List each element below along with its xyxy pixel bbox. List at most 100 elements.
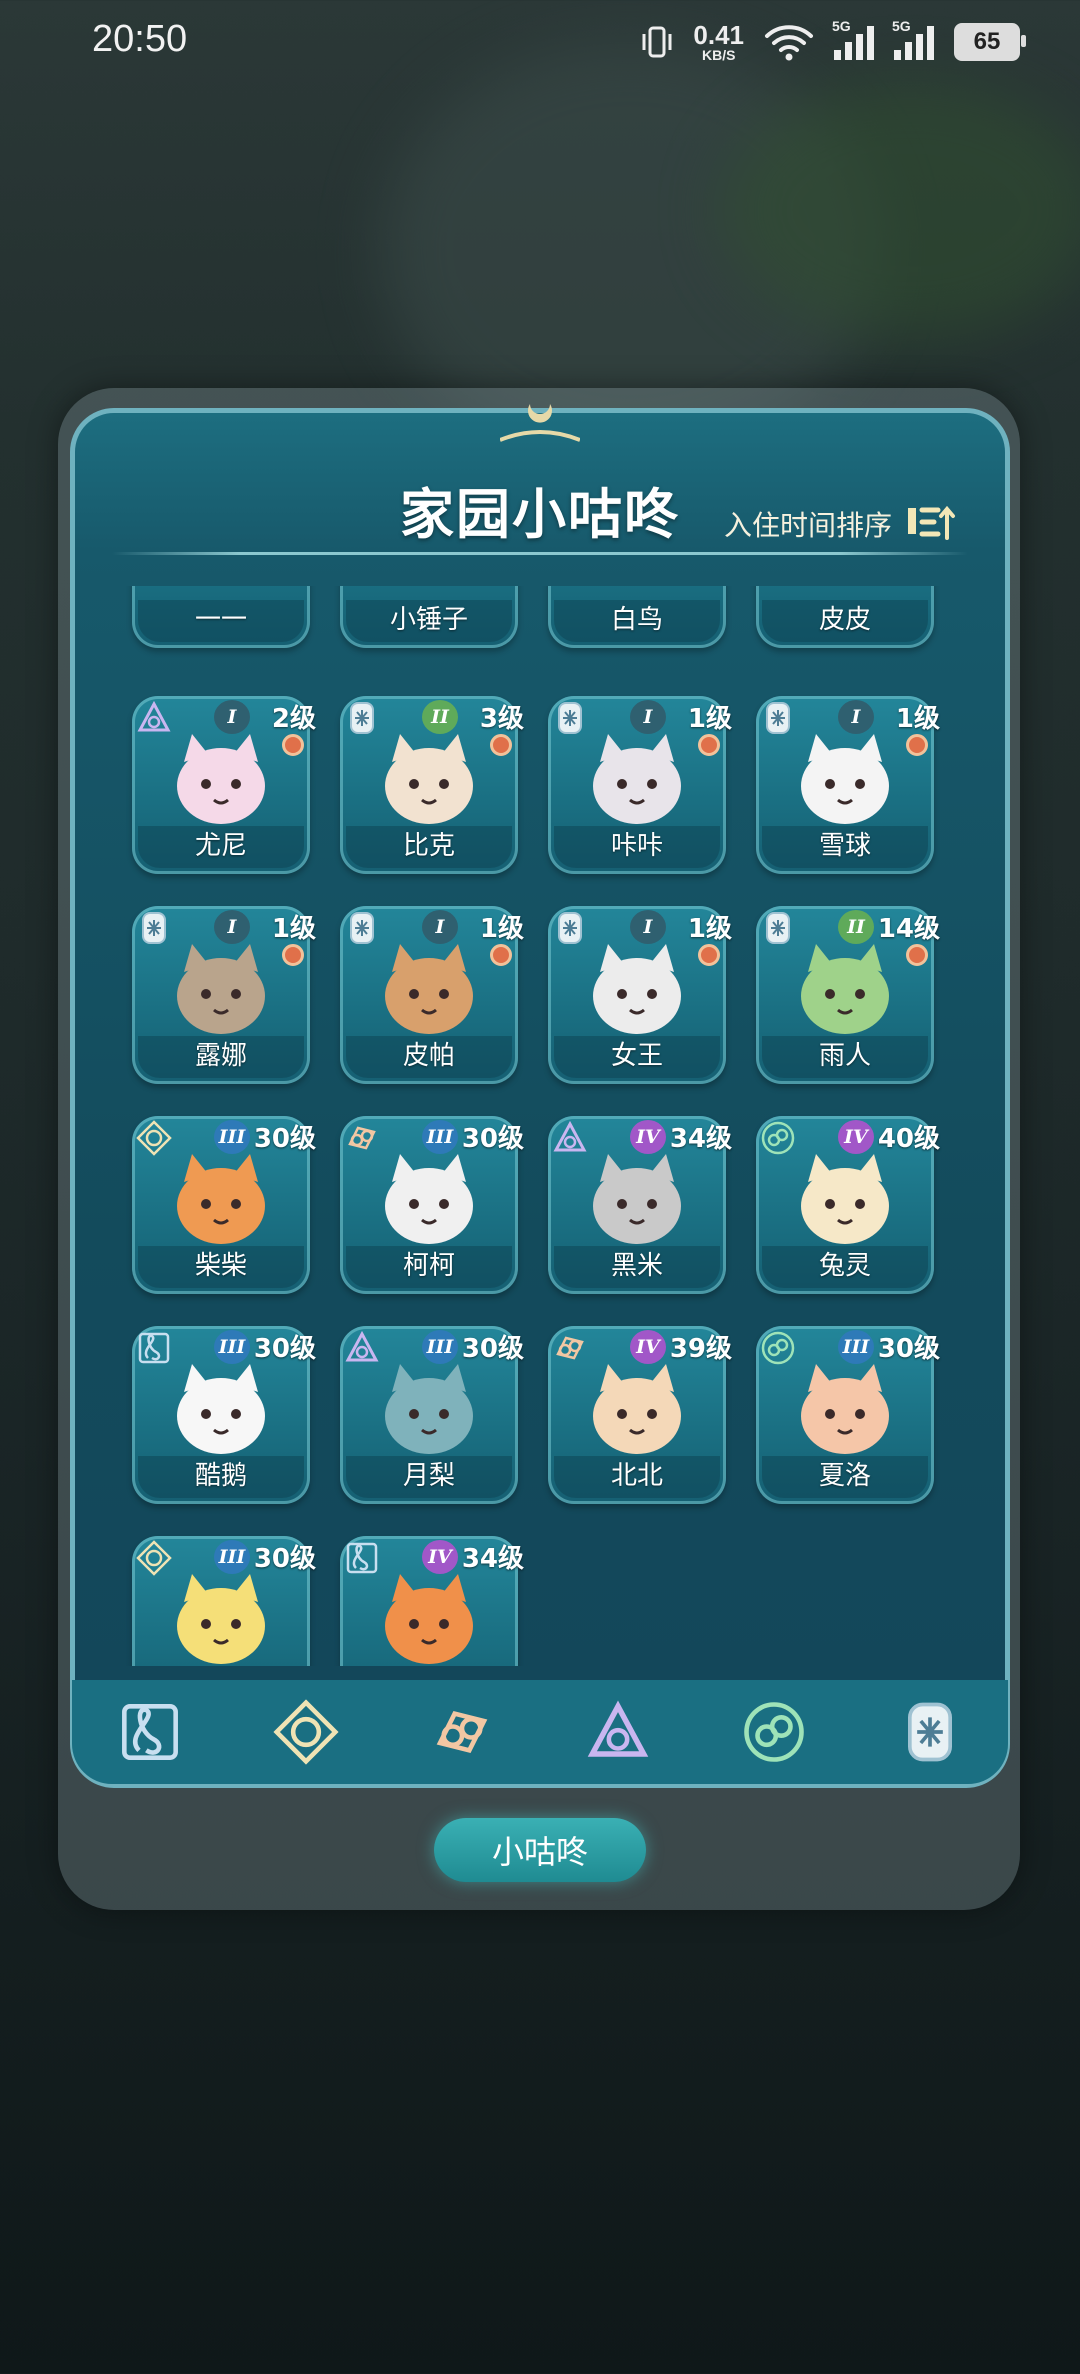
companion-card[interactable]: I 1级 咔咔: [548, 696, 732, 874]
companion-avatar: [385, 734, 473, 824]
companion-avatar: [385, 1154, 473, 1244]
companion-name: 北北: [610, 1461, 663, 1491]
link-faction-icon: [436, 1710, 488, 1754]
companion-avatar: [177, 1574, 265, 1664]
companion-name: 雪球: [818, 831, 871, 861]
status-bar: 20:50 0.41 KB/S 5G 5G 65: [0, 0, 1080, 90]
shield-faction-icon: [908, 1702, 952, 1762]
notification-dot: [490, 944, 512, 966]
companion-avatar: [801, 1364, 889, 1454]
companion-card[interactable]: III 30级 酷鹅: [132, 1326, 316, 1504]
companion-grid[interactable]: 一一 小锤子 白鸟 皮皮 I 2级 尤尼 II 3级 比克 I 1级 咔咔 I 1级 雪球 I 1级 露娜 I 1级 皮帕…: [112, 586, 972, 1666]
companion-name: 夏洛: [818, 1461, 871, 1491]
notification-dot: [698, 944, 720, 966]
companion-card[interactable]: I 1级 皮帕: [340, 906, 524, 1084]
notification-dot: [282, 734, 304, 756]
companion-card[interactable]: I 1级 女王: [548, 906, 732, 1084]
level-label: 1级: [687, 914, 732, 944]
notification-dot: [698, 734, 720, 756]
level-label: 2级: [271, 704, 316, 734]
signal-icon: 5G: [892, 18, 934, 60]
companion-name: 露娜: [194, 1041, 247, 1071]
tab-clef[interactable]: [115, 1697, 185, 1767]
status-time: 20:50: [92, 18, 188, 60]
companion-name: 咔咔: [610, 831, 663, 861]
companion-avatar: [593, 1154, 681, 1244]
level-label: 1级: [895, 704, 940, 734]
tab-knot[interactable]: [739, 1697, 809, 1767]
companion-card[interactable]: III 30级 柴柴: [132, 1116, 316, 1294]
tab-shield[interactable]: [895, 1697, 965, 1767]
companion-avatar: [801, 944, 889, 1034]
companion-avatar: [177, 1364, 265, 1454]
companion-card[interactable]: III 30级 柯柯: [340, 1116, 524, 1294]
companion-name: 尤尼: [194, 831, 247, 861]
companion-avatar: [177, 734, 265, 824]
vibrate-icon: [642, 26, 672, 58]
companion-card[interactable]: IV 40级 兔灵: [756, 1116, 940, 1294]
notification-dot: [906, 734, 928, 756]
companion-name: 皮皮: [818, 605, 871, 635]
companion-card[interactable]: 皮皮: [756, 586, 934, 648]
companion-avatar: [593, 1364, 681, 1454]
companion-card[interactable]: I 1级 露娜: [132, 906, 316, 1084]
companion-name: 兔灵: [818, 1251, 871, 1281]
companion-avatar: [593, 944, 681, 1034]
level-label: 1级: [271, 914, 316, 944]
companion-card[interactable]: III 30级 月梨: [340, 1326, 524, 1504]
companion-card[interactable]: I 1级 雪球: [756, 696, 940, 874]
moon-crest-icon: [500, 404, 580, 442]
companion-name: 比克: [402, 831, 455, 861]
companion-card[interactable]: 一一: [132, 586, 310, 648]
tab-link[interactable]: [427, 1697, 497, 1767]
companion-card[interactable]: III 30级: [132, 1536, 316, 1666]
notification-dot: [282, 944, 304, 966]
companion-avatar: [385, 1364, 473, 1454]
battery-icon: 65: [954, 23, 1026, 61]
companion-card[interactable]: IV 39级 北北: [548, 1326, 732, 1504]
net-speed: 0.41 KB/S: [693, 20, 744, 63]
triangle-faction-icon: [587, 1700, 649, 1757]
clef-faction-icon: [122, 1704, 178, 1760]
companion-card[interactable]: 白鸟: [548, 586, 726, 648]
level-label: 1级: [687, 704, 732, 734]
sun-faction-icon: [273, 1699, 339, 1765]
companion-name: 黑米: [610, 1251, 663, 1281]
sort-label: 入住时间排序: [724, 509, 893, 542]
companion-name: 一一: [194, 605, 247, 635]
level-label: 1级: [479, 914, 524, 944]
companion-button[interactable]: 小咕咚: [434, 1818, 646, 1882]
companion-avatar: [801, 734, 889, 824]
tab-sun[interactable]: [271, 1697, 341, 1767]
signal-icon: 5G: [832, 18, 874, 60]
companion-card[interactable]: IV 34级: [340, 1536, 524, 1666]
sort-order-icon: [908, 505, 956, 540]
wifi-icon: [765, 25, 813, 61]
companion-avatar: [177, 944, 265, 1034]
companion-card[interactable]: III 30级 夏洛: [756, 1326, 940, 1504]
knot-faction-icon: [744, 1702, 804, 1762]
companion-avatar: [593, 734, 681, 824]
companion-name: 月梨: [402, 1461, 455, 1491]
companion-avatar: [177, 1154, 265, 1244]
notification-dot: [906, 944, 928, 966]
companion-card[interactable]: I 2级 尤尼: [132, 696, 316, 874]
divider: [112, 552, 968, 555]
companion-avatar: [385, 1574, 473, 1664]
companion-name: 柯柯: [402, 1251, 455, 1281]
companion-avatar: [801, 1154, 889, 1244]
sort-button[interactable]: 入住时间排序: [724, 504, 956, 544]
tab-triangle[interactable]: [583, 1697, 653, 1767]
companion-name: 女王: [610, 1041, 663, 1071]
faction-tabs: [72, 1680, 1008, 1784]
companion-name: 柴柴: [194, 1251, 247, 1281]
companion-avatar: [385, 944, 473, 1034]
companion-name: 小锤子: [389, 605, 468, 635]
companion-card[interactable]: IV 34级 黑米: [548, 1116, 732, 1294]
level-label: 3级: [479, 704, 524, 734]
companion-card[interactable]: II 14级 雨人: [756, 906, 940, 1084]
notification-dot: [490, 734, 512, 756]
companion-card[interactable]: II 3级 比克: [340, 696, 524, 874]
companion-name: 皮帕: [402, 1041, 455, 1071]
companion-card[interactable]: 小锤子: [340, 586, 518, 648]
